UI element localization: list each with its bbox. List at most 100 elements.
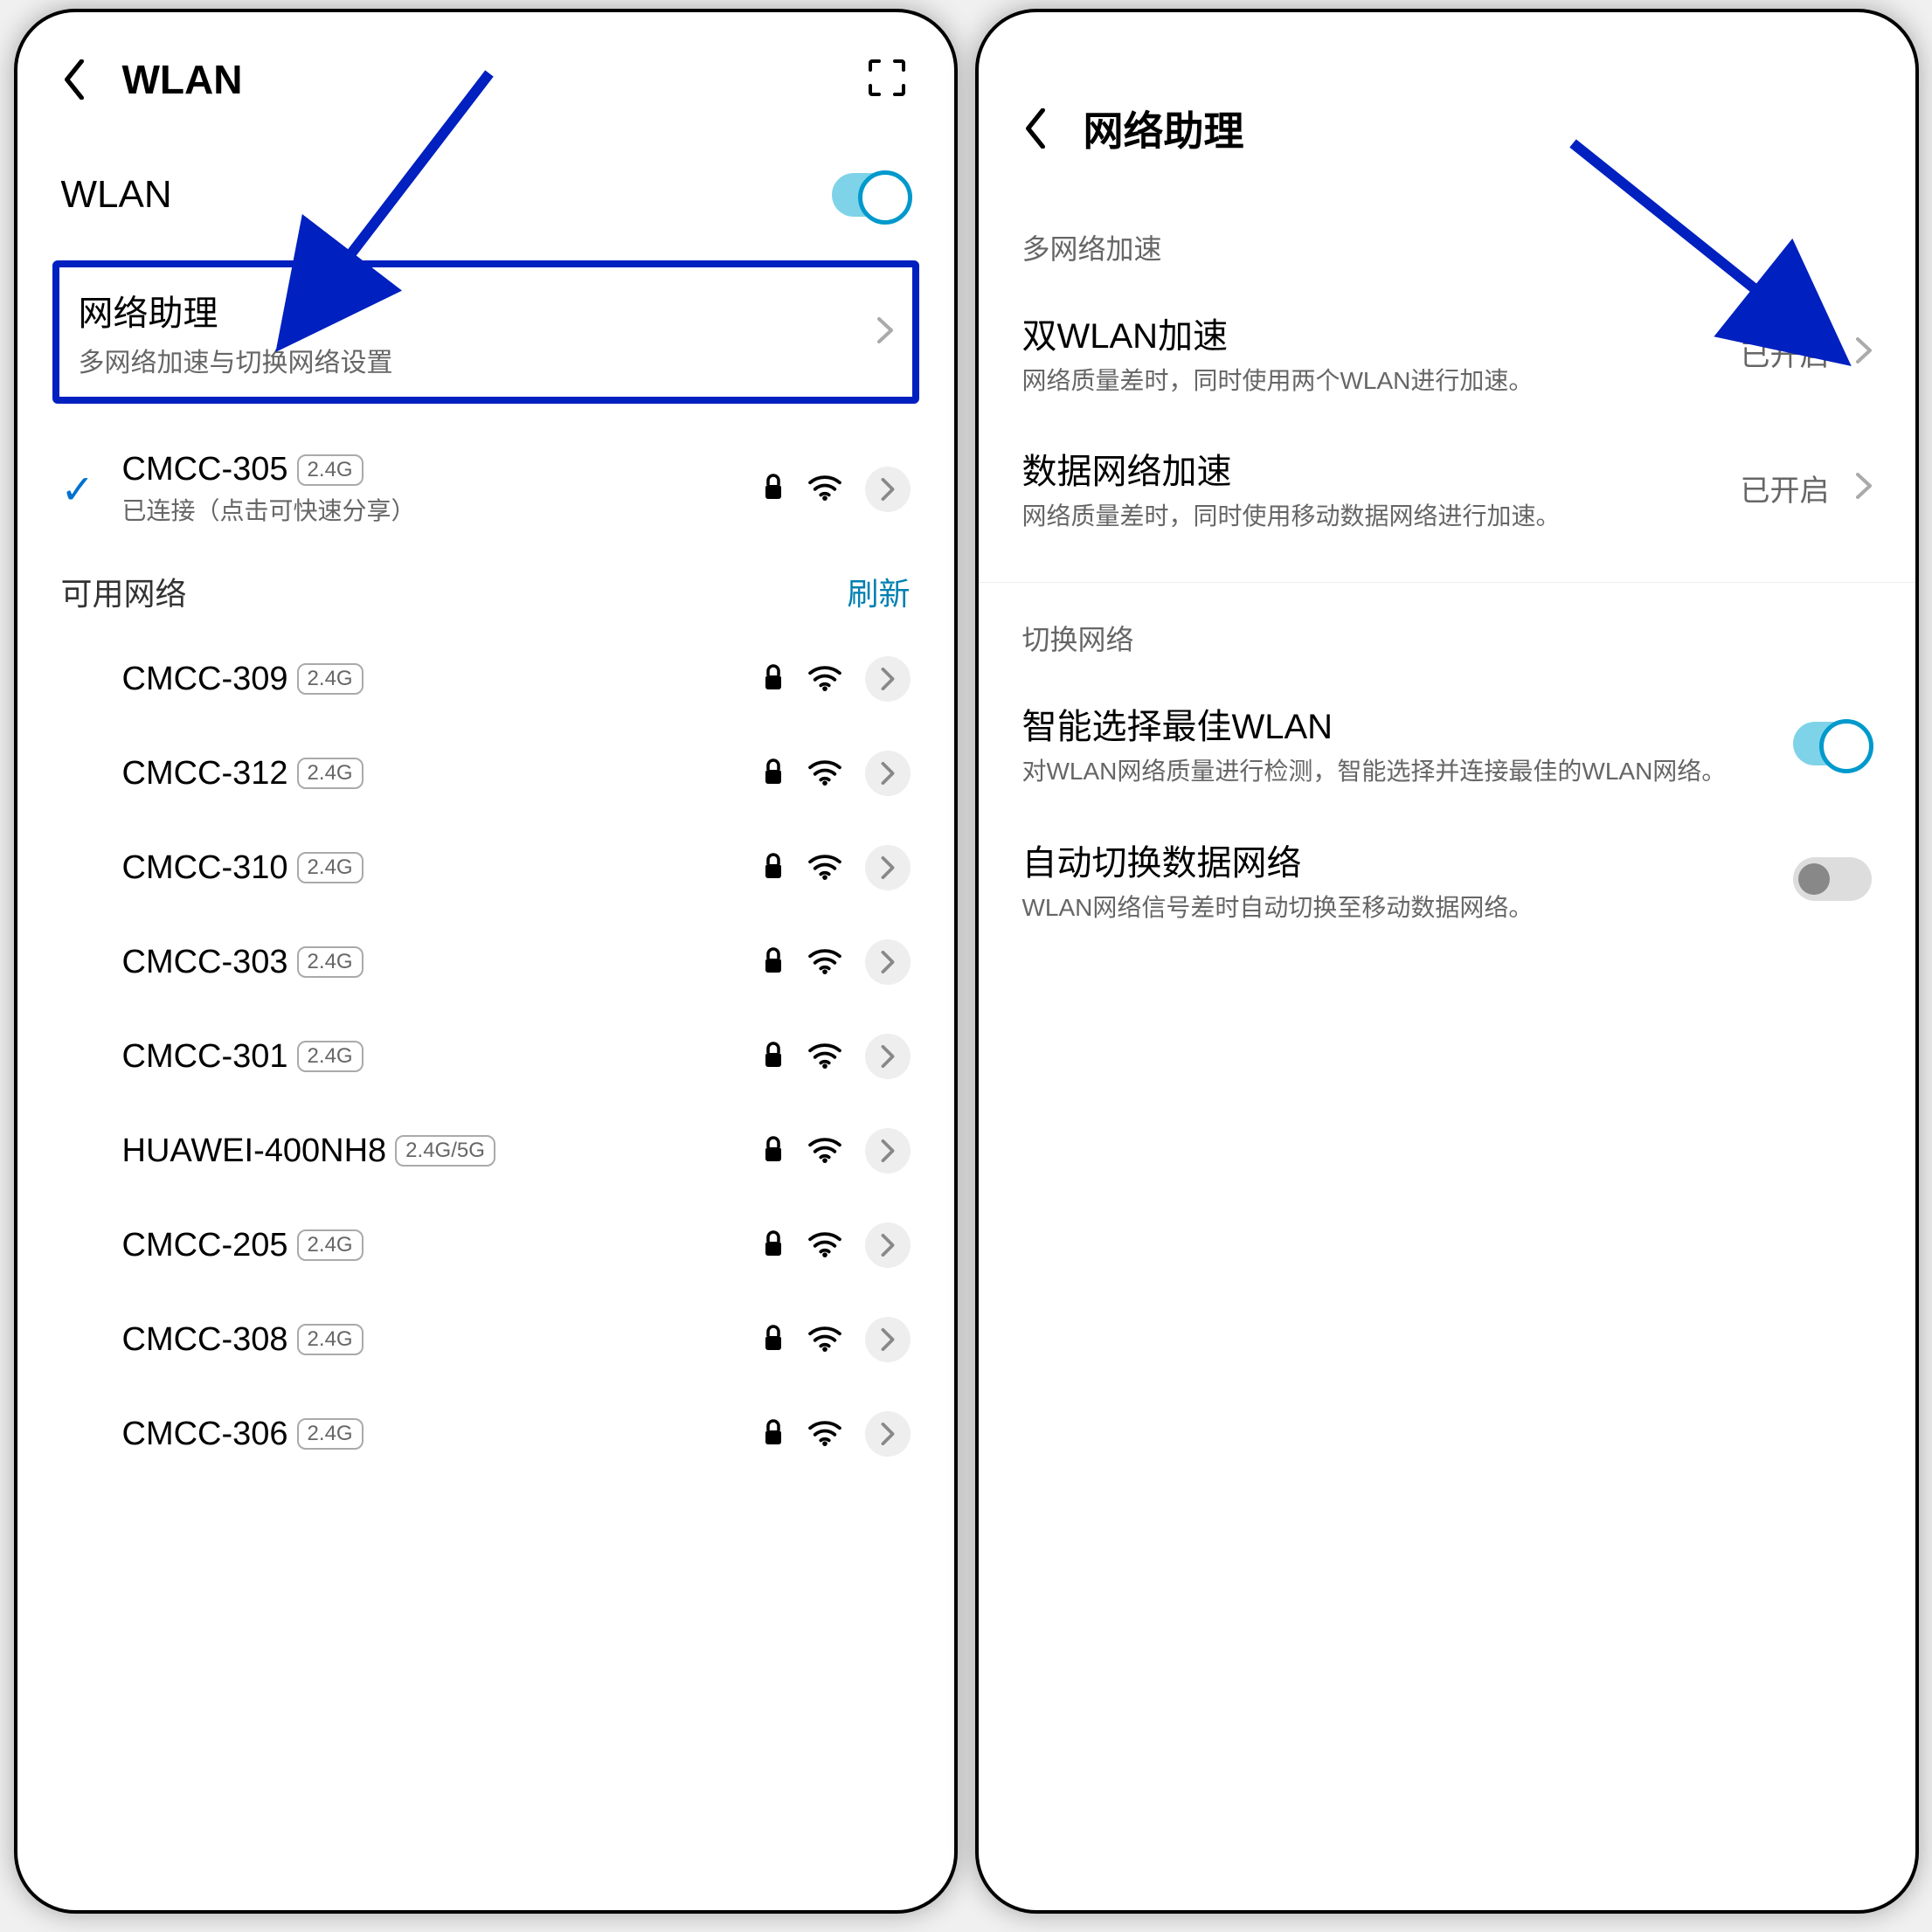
wifi-icon xyxy=(807,1229,842,1262)
wifi-row[interactable]: CMCC-301 2.4G xyxy=(52,1009,919,1104)
wifi-ssid: CMCC-306 xyxy=(122,1416,288,1453)
data-accel-row[interactable]: 数据网络加速 网络质量差时，同时使用移动数据网络进行加速。 已开启 xyxy=(1014,420,1880,556)
network-assistant-row[interactable]: 网络助理 多网络加速与切换网络设置 xyxy=(52,260,919,404)
auto-switch-title: 自动切换数据网络 xyxy=(1022,834,1776,885)
scan-qr-icon[interactable] xyxy=(867,58,911,101)
connected-network-row[interactable]: ✓ CMCC-305 2.4G 已连接（点击可快速分享） xyxy=(52,430,919,548)
auto-switch-row: 自动切换数据网络 WLAN网络信号差时自动切换至移动数据网络。 xyxy=(1014,812,1880,947)
wifi-row[interactable]: CMCC-306 2.4G xyxy=(52,1387,919,1481)
lock-icon xyxy=(762,663,785,696)
lock-icon xyxy=(762,852,785,884)
check-icon: ✓ xyxy=(61,466,114,513)
wifi-row[interactable]: CMCC-310 2.4G xyxy=(52,821,919,915)
details-chevron-icon[interactable] xyxy=(865,467,911,512)
details-chevron-icon[interactable] xyxy=(865,1128,911,1174)
wifi-row[interactable]: CMCC-303 2.4G xyxy=(52,915,919,1009)
band-badge: 2.4G xyxy=(297,852,364,883)
lock-icon xyxy=(762,946,785,979)
band-badge: 2.4G xyxy=(297,1229,364,1261)
wifi-ssid: CMCC-303 xyxy=(122,944,288,981)
divider xyxy=(979,582,1915,583)
details-chevron-icon[interactable] xyxy=(865,845,911,890)
dual-wlan-title: 双WLAN加速 xyxy=(1022,308,1723,358)
band-badge: 2.4G xyxy=(297,663,364,695)
connected-ssid: CMCC-305 xyxy=(122,451,288,488)
wifi-icon xyxy=(807,1041,842,1073)
details-chevron-icon[interactable] xyxy=(865,1222,911,1268)
wifi-ssid: CMCC-205 xyxy=(122,1227,288,1264)
smart-wlan-row: 智能选择最佳WLAN 对WLAN网络质量进行检测，智能选择并连接最佳的WLAN网… xyxy=(1014,675,1880,811)
header-bar: 网络助理 xyxy=(1014,38,1880,175)
screen-wlan: WLAN WLAN 网络助理 多网络加速与切换网络设置 ✓ CMCC-305 2… xyxy=(14,9,958,1914)
back-icon[interactable] xyxy=(1014,107,1057,150)
details-chevron-icon[interactable] xyxy=(865,656,911,702)
assistant-title: 网络助理 xyxy=(79,285,393,336)
smart-wlan-title: 智能选择最佳WLAN xyxy=(1022,698,1776,749)
back-icon[interactable] xyxy=(52,58,96,101)
wifi-icon xyxy=(807,852,842,884)
wifi-icon xyxy=(807,946,842,979)
connected-status: 已连接（点击可快速分享） xyxy=(122,492,762,527)
wifi-row[interactable]: HUAWEI-400NH8 2.4G/5G xyxy=(52,1104,919,1198)
wifi-icon xyxy=(807,1324,842,1356)
available-networks-header: 可用网络 刷新 xyxy=(52,548,919,632)
chevron-right-icon xyxy=(1856,473,1872,503)
wifi-icon xyxy=(807,1135,842,1167)
band-badge: 2.4G/5G xyxy=(395,1135,495,1167)
wifi-ssid: CMCC-310 xyxy=(122,849,288,887)
lock-icon xyxy=(762,758,785,790)
wifi-ssid: CMCC-312 xyxy=(122,755,288,793)
dual-wlan-subtitle: 网络质量差时，同时使用两个WLAN进行加速。 xyxy=(1022,364,1723,398)
wifi-row[interactable]: CMCC-205 2.4G xyxy=(52,1198,919,1292)
wifi-row[interactable]: CMCC-312 2.4G xyxy=(52,726,919,821)
header-bar: WLAN xyxy=(52,38,919,121)
lock-icon xyxy=(762,1324,785,1356)
wifi-icon xyxy=(807,663,842,696)
auto-switch-subtitle: WLAN网络信号差时自动切换至移动数据网络。 xyxy=(1022,890,1776,924)
page-title: 网络助理 xyxy=(1084,100,1244,157)
wlan-toggle-row: WLAN xyxy=(52,121,919,252)
details-chevron-icon[interactable] xyxy=(865,1034,911,1079)
lock-icon xyxy=(762,473,785,505)
screen-network-assistant: 网络助理 多网络加速 双WLAN加速 网络质量差时，同时使用两个WLAN进行加速… xyxy=(975,9,1919,1914)
band-badge: 2.4G xyxy=(297,758,364,789)
band-badge: 2.4G xyxy=(297,946,364,978)
wlan-label: WLAN xyxy=(61,173,172,217)
details-chevron-icon[interactable] xyxy=(865,1317,911,1362)
data-accel-subtitle: 网络质量差时，同时使用移动数据网络进行加速。 xyxy=(1022,499,1723,533)
chevron-right-icon xyxy=(877,317,893,348)
dual-wlan-row[interactable]: 双WLAN加速 网络质量差时，同时使用两个WLAN进行加速。 已开启 xyxy=(1014,285,1880,420)
wifi-icon xyxy=(807,1418,842,1451)
smart-wlan-toggle[interactable] xyxy=(1793,722,1872,765)
lock-icon xyxy=(762,1229,785,1262)
page-title: WLAN xyxy=(122,56,243,103)
wlan-toggle[interactable] xyxy=(832,173,911,217)
auto-switch-toggle[interactable] xyxy=(1793,857,1872,901)
lock-icon xyxy=(762,1041,785,1073)
wifi-icon xyxy=(807,473,842,505)
details-chevron-icon[interactable] xyxy=(865,939,911,985)
wifi-row[interactable]: CMCC-309 2.4G xyxy=(52,632,919,726)
available-label: 可用网络 xyxy=(61,569,187,614)
wifi-ssid: HUAWEI-400NH8 xyxy=(122,1132,387,1170)
refresh-button[interactable]: 刷新 xyxy=(847,569,910,614)
chevron-right-icon xyxy=(1856,337,1872,368)
details-chevron-icon[interactable] xyxy=(865,751,911,796)
section-switch-label: 切换网络 xyxy=(1014,609,1880,675)
wifi-ssid: CMCC-309 xyxy=(122,661,288,698)
section-acceleration-label: 多网络加速 xyxy=(1014,175,1880,285)
wifi-icon xyxy=(807,758,842,790)
band-badge: 2.4G xyxy=(297,1418,364,1450)
band-badge: 2.4G xyxy=(297,454,364,486)
dual-wlan-value: 已开启 xyxy=(1741,331,1830,374)
band-badge: 2.4G xyxy=(297,1041,364,1072)
wifi-list: CMCC-309 2.4G CMCC-312 2.4G CMCC-310 2.4… xyxy=(52,632,919,1481)
lock-icon xyxy=(762,1418,785,1451)
data-accel-value: 已开启 xyxy=(1741,467,1830,509)
assistant-subtitle: 多网络加速与切换网络设置 xyxy=(79,341,393,379)
wifi-ssid: CMCC-301 xyxy=(122,1038,288,1076)
wifi-row[interactable]: CMCC-308 2.4G xyxy=(52,1292,919,1387)
details-chevron-icon[interactable] xyxy=(865,1411,911,1457)
wifi-ssid: CMCC-308 xyxy=(122,1321,288,1359)
band-badge: 2.4G xyxy=(297,1324,364,1355)
